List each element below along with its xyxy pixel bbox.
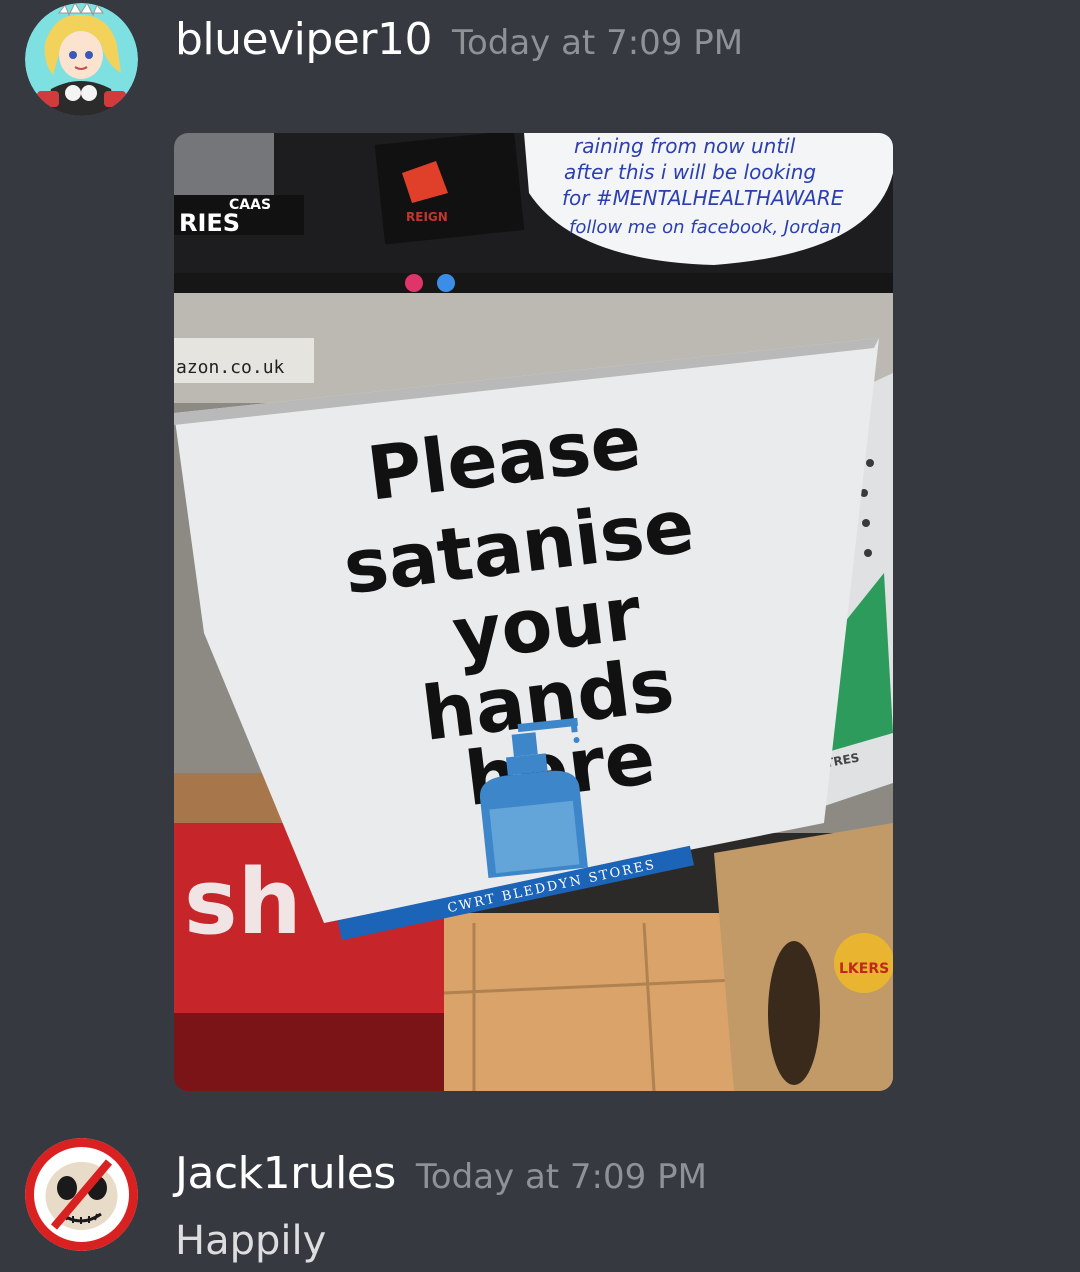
message-item: Jack1rules Today at 7:09 PM Happily: [0, 1120, 1080, 1272]
box-text: sh: [184, 850, 302, 955]
message-item: blueviper10 Today at 7:09 PM CAAS RIES R…: [0, 0, 1080, 1110]
image-attachment[interactable]: CAAS RIES REIGN raining from now until a…: [174, 133, 893, 1091]
jar-line-4: follow me on facebook, Jordan: [569, 217, 842, 238]
jar-line-2: after this i will be looking: [564, 160, 816, 184]
top-left-label-2: RIES: [179, 209, 240, 237]
logo-text: REIGN: [406, 210, 448, 224]
anime-girl-avatar-icon: [25, 3, 138, 116]
chat-view: blueviper10 Today at 7:09 PM CAAS RIES R…: [0, 0, 1080, 1272]
username[interactable]: Jack1rules: [175, 1148, 396, 1199]
user-avatar[interactable]: [25, 3, 138, 116]
timestamp[interactable]: Today at 7:09 PM: [416, 1157, 707, 1197]
jar-line-1: raining from now until: [574, 134, 796, 158]
site-text-2: azon.co.uk: [176, 357, 285, 378]
message-header: Jack1rules Today at 7:09 PM: [175, 1148, 707, 1199]
user-avatar[interactable]: [25, 1138, 138, 1251]
skull-no-symbol-avatar-icon: [25, 1138, 138, 1251]
message-header: blueviper10 Today at 7:09 PM: [175, 14, 743, 65]
message-content: Happily: [175, 1218, 327, 1264]
username[interactable]: blueviper10: [175, 14, 432, 65]
crisp-box-text: LKERS: [839, 961, 889, 977]
jar-line-3: for #MENTALHEALTHAWARE: [562, 186, 844, 210]
timestamp[interactable]: Today at 7:09 PM: [452, 23, 743, 63]
attachment-photo: CAAS RIES REIGN raining from now until a…: [174, 133, 893, 1091]
